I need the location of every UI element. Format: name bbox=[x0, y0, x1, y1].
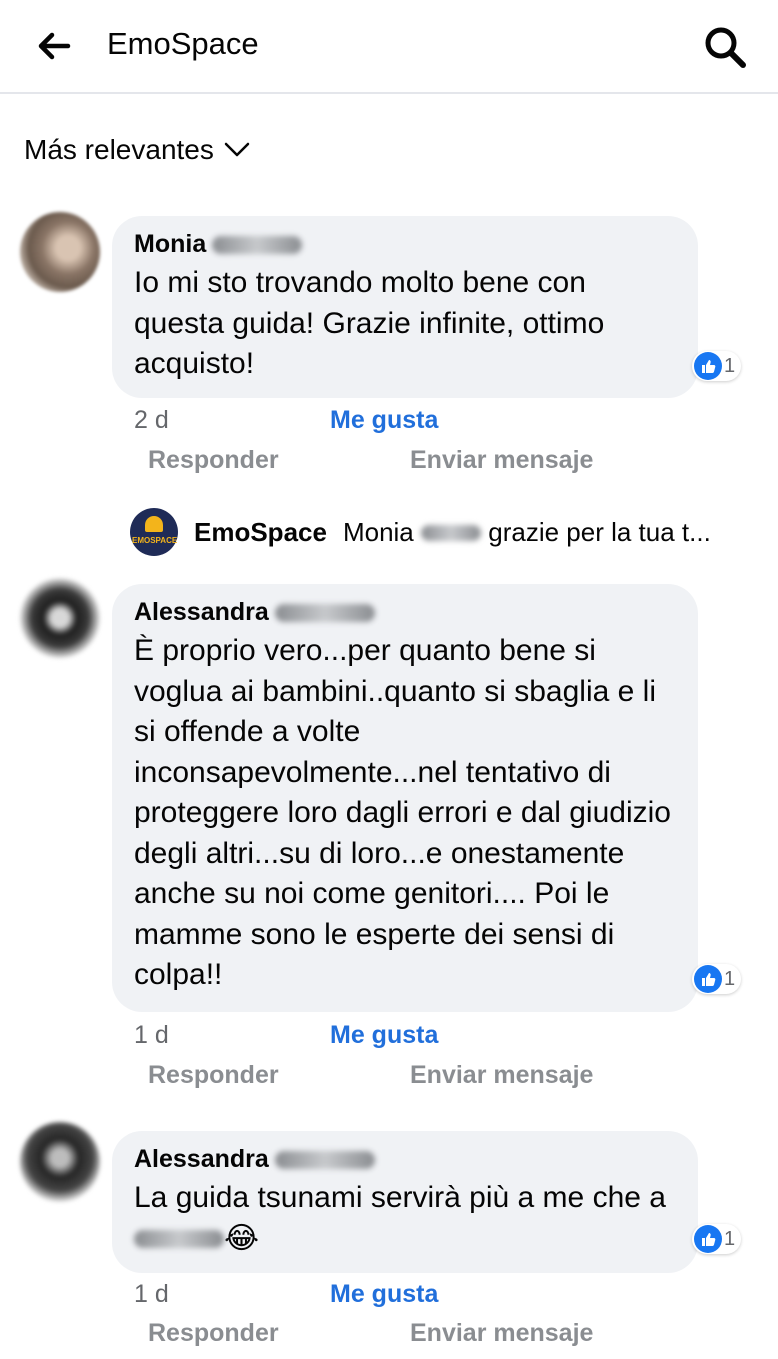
redacted-name bbox=[274, 603, 375, 622]
thumbs-up-icon bbox=[694, 352, 722, 380]
top-bar: EmoSpace bbox=[0, 0, 778, 94]
comment-text: La guida tsunami servirà più a me che a … bbox=[134, 1181, 666, 1255]
arrow-left-icon[interactable] bbox=[34, 26, 74, 66]
redacted-name bbox=[274, 1150, 375, 1169]
reply-button[interactable]: Responder bbox=[148, 1061, 410, 1090]
search-icon[interactable] bbox=[702, 24, 748, 70]
heart-icon bbox=[145, 516, 163, 532]
comment-time[interactable]: 1 d bbox=[134, 1280, 330, 1309]
comment-author[interactable]: Alessandra bbox=[134, 1145, 676, 1174]
comment-author[interactable]: Alessandra bbox=[134, 598, 676, 627]
like-button[interactable]: Me gusta bbox=[330, 1021, 438, 1050]
redacted-name bbox=[134, 1229, 224, 1248]
reply-button[interactable]: Responder bbox=[148, 1319, 410, 1348]
page-logo[interactable]: EMOSPACE bbox=[130, 508, 178, 556]
thumbs-up-icon bbox=[694, 1225, 722, 1253]
comment-actions: Responder Enviar mensaje bbox=[148, 446, 593, 475]
like-button[interactable]: Me gusta bbox=[330, 1280, 438, 1309]
reaction-badge[interactable]: 1 bbox=[692, 351, 742, 381]
comment-meta: 1 d Me gusta bbox=[134, 1280, 438, 1309]
comment-bubble: Alessandra La guida tsunami servirà più … bbox=[112, 1131, 698, 1273]
comment-text: Io mi sto trovando molto bene con questa… bbox=[134, 266, 605, 380]
reply-text: Monia grazie per la tua t... bbox=[342, 516, 711, 547]
send-message-button[interactable]: Enviar mensaje bbox=[410, 1061, 593, 1090]
avatar[interactable] bbox=[20, 1122, 100, 1202]
comment-bubble: Alessandra È proprio vero...per quanto b… bbox=[112, 584, 698, 1012]
reply-button[interactable]: Responder bbox=[148, 446, 410, 475]
reaction-badge[interactable]: 1 bbox=[692, 1224, 742, 1254]
chevron-down-icon bbox=[224, 142, 250, 157]
comment-time[interactable]: 2 d bbox=[134, 406, 330, 435]
redacted-name bbox=[212, 235, 303, 254]
avatar[interactable] bbox=[20, 212, 100, 292]
reaction-badge[interactable]: 1 bbox=[692, 964, 742, 994]
page-title: EmoSpace bbox=[107, 26, 259, 61]
avatar[interactable] bbox=[20, 578, 100, 658]
send-message-button[interactable]: Enviar mensaje bbox=[410, 446, 593, 475]
page-reply-preview[interactable]: EMOSPACE EmoSpace Monia grazie per la tu… bbox=[130, 508, 750, 556]
comment-time[interactable]: 1 d bbox=[134, 1021, 330, 1050]
comment-actions: Responder Enviar mensaje bbox=[148, 1061, 593, 1090]
comment-text: È proprio vero...per quanto bene si vogl… bbox=[134, 634, 671, 991]
thumbs-up-icon bbox=[694, 965, 722, 993]
comment-actions: Responder Enviar mensaje bbox=[148, 1319, 593, 1348]
comment-bubble: Monia Io mi sto trovando molto bene con … bbox=[112, 216, 698, 398]
send-message-button[interactable]: Enviar mensaje bbox=[410, 1319, 593, 1348]
comment-author[interactable]: Monia bbox=[134, 230, 676, 259]
like-button[interactable]: Me gusta bbox=[330, 406, 438, 435]
redacted-name bbox=[421, 524, 482, 541]
reaction-count: 1 bbox=[724, 354, 736, 377]
reaction-count: 1 bbox=[724, 967, 736, 990]
comment-meta: 1 d Me gusta bbox=[134, 1021, 438, 1050]
laughing-emoji: 😂 bbox=[224, 1221, 260, 1255]
comment-meta: 2 d Me gusta bbox=[134, 406, 438, 435]
sort-label: Más relevantes bbox=[24, 134, 214, 165]
reply-author[interactable]: EmoSpace bbox=[194, 517, 327, 548]
reaction-count: 1 bbox=[724, 1227, 736, 1250]
sort-dropdown[interactable]: Más relevantes bbox=[24, 134, 250, 166]
